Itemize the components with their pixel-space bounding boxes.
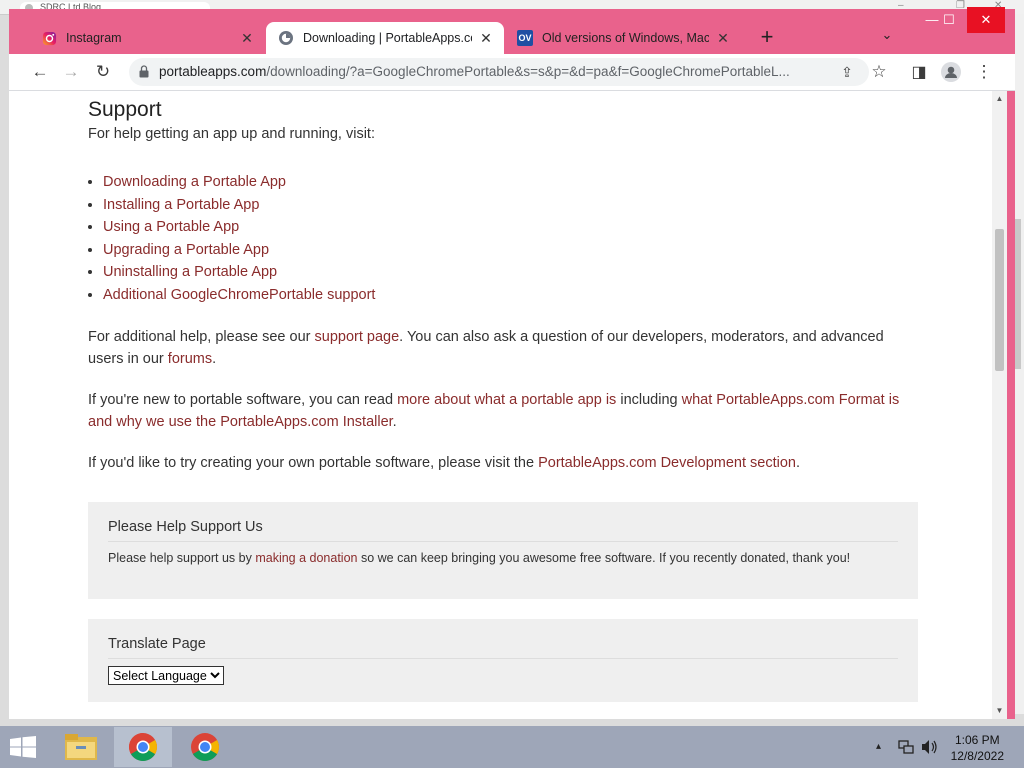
scrollbar-thumb[interactable] [995,229,1004,371]
list-item: Additional GoogleChromePortable support [103,284,375,307]
browser-toolbar: ← → ↻ portableapps.com/downloading/?a=Go… [9,54,1015,91]
url-text[interactable]: portableapps.com/downloading/?a=GoogleCh… [159,64,829,79]
instagram-icon [41,30,57,46]
list-item: Using a Portable App [103,216,375,239]
portableapps-icon [278,30,294,46]
development-paragraph: If you'd like to try creating your own p… [88,452,918,474]
translate-box: Translate Page Select Language [88,619,918,702]
tab-title: Downloading | PortableApps.com [303,31,472,45]
network-icon[interactable] [898,740,914,754]
profile-icon [941,62,961,82]
maximize-button[interactable]: ☐ [931,7,967,33]
close-icon[interactable]: ✕ [239,30,255,47]
support-us-text: Please help support us by making a donat… [108,542,898,565]
support-us-heading: Please Help Support Us [108,502,898,542]
help-link[interactable]: Using a Portable App [103,219,239,235]
page-scrollbar[interactable]: ▲ ▼ [992,91,1007,719]
close-icon[interactable]: ✕ [478,30,494,47]
folder-icon [65,734,97,760]
close-icon[interactable]: ✕ [715,30,731,47]
chrome-icon [191,733,219,761]
intro-text: For help getting an app up and running, … [88,126,375,142]
help-link[interactable]: Additional GoogleChromePortable support [103,287,375,303]
scroll-up-icon[interactable]: ▲ [992,92,1007,106]
url-host: portableapps.com [159,64,267,79]
tab-old-versions[interactable]: OV Old versions of Windows, Mac and Linu… [505,22,741,54]
tab-instagram[interactable]: Instagram ✕ [29,22,265,54]
address-bar[interactable]: portableapps.com/downloading/?a=GoogleCh… [129,58,869,86]
help-links-list: Downloading a Portable App Installing a … [88,171,375,306]
list-item: Downloading a Portable App [103,171,375,194]
text: For additional help, please see our [88,329,315,345]
side-panel-icon[interactable]: ◨ [906,59,932,85]
windows-start-icon[interactable] [8,736,38,758]
browser-window: Instagram ✕ Downloading | PortableApps.c… [9,7,1015,719]
donation-link[interactable]: making a donation [255,551,357,565]
translate-heading: Translate Page [108,619,898,659]
tab-portableapps[interactable]: Downloading | PortableApps.com ✕ [266,22,504,54]
text: If you'd like to try creating your own p… [88,455,539,471]
help-link[interactable]: Upgrading a Portable App [103,242,269,258]
scroll-down-icon[interactable]: ▼ [992,704,1007,718]
forward-button[interactable]: → [58,59,84,85]
text: . [212,351,217,367]
page-title: Support [88,98,162,121]
profile-avatar[interactable] [938,59,964,85]
share-icon[interactable]: ⇪ [834,59,860,85]
tab-title: Old versions of Windows, Mac and Linux [542,31,709,45]
taskbar: ▴ 1:06 PM 12/8/2022 [0,726,1024,768]
language-select[interactable]: Select Language [108,666,224,685]
text: so we can keep bringing you awesome free… [357,551,851,565]
taskbar-file-explorer[interactable] [52,727,110,767]
taskbar-chrome-active[interactable] [114,727,172,767]
url-path: /downloading/?a=GoogleChromePortable&s=s… [266,64,790,79]
text: Please help support us by [108,551,256,565]
portable-software-paragraph: If you're new to portable software, you … [88,389,918,433]
text: If you're new to portable software, you … [88,392,398,408]
lock-icon [139,65,149,78]
list-item: Installing a Portable App [103,194,375,217]
system-clock[interactable]: 1:06 PM 12/8/2022 [951,732,1004,764]
text: . [796,455,801,471]
tab-search-button[interactable]: ⌄ [877,27,897,47]
support-page-link[interactable]: support page [315,329,400,345]
list-item: Upgrading a Portable App [103,239,375,262]
chrome-icon [129,733,157,761]
help-link[interactable]: Uninstalling a Portable App [103,264,277,280]
list-item: Uninstalling a Portable App [103,261,375,284]
taskbar-chrome[interactable] [176,727,234,767]
help-link[interactable]: Downloading a Portable App [103,174,286,190]
forums-link[interactable]: forums [168,351,212,367]
text: . [392,414,397,430]
clock-date: 12/8/2022 [950,749,1004,763]
text: including [616,392,682,408]
help-link[interactable]: Installing a Portable App [103,197,259,213]
bookmark-star-icon[interactable]: ☆ [866,59,892,85]
tab-title: Instagram [66,31,122,45]
portable-app-link[interactable]: more about what a portable app is [397,392,616,408]
tray-chevron-icon[interactable]: ▴ [876,741,881,752]
menu-kebab-icon[interactable]: ⋮ [971,59,997,85]
page-content: Support For help getting an app up and r… [9,91,992,719]
development-link[interactable]: PortableApps.com Development section [538,455,796,471]
clock-time: 1:06 PM [954,733,1000,747]
new-tab-button[interactable]: + [756,26,778,49]
volume-icon[interactable] [921,739,939,755]
background-scrollbar-thumb[interactable] [1015,219,1021,369]
ov-icon: OV [517,30,533,46]
tab-strip: Instagram ✕ Downloading | PortableApps.c… [9,7,1015,54]
reload-button[interactable]: ↻ [90,59,116,85]
additional-help-paragraph: For additional help, please see our supp… [88,326,918,370]
close-window-button[interactable]: ✕ [967,7,1005,33]
support-us-box: Please Help Support Us Please help suppo… [88,502,918,599]
back-button[interactable]: ← [27,59,53,85]
